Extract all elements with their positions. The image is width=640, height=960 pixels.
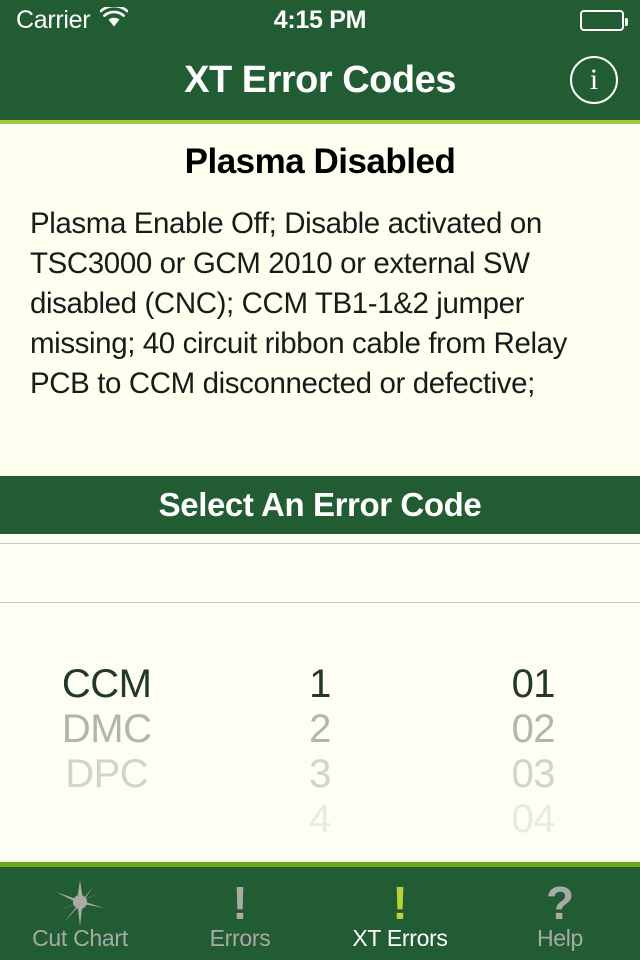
picker-rows-group: 1 2 3 4 xyxy=(213,534,426,842)
star-icon xyxy=(52,879,108,927)
tab-cut-chart[interactable]: Cut Chart xyxy=(0,867,160,960)
status-bar-left: Carrier xyxy=(16,4,129,35)
exclamation-icon: ! xyxy=(392,877,408,929)
tab-label: XT Errors xyxy=(352,925,448,951)
picker-item[interactable]: 3 xyxy=(213,752,426,797)
picker-item[interactable]: 02 xyxy=(427,707,640,752)
picker-item[interactable]: 03 xyxy=(427,752,640,797)
error-detail-panel: Plasma Disabled Plasma Enable Off; Disab… xyxy=(0,124,640,476)
info-icon: i xyxy=(589,63,599,96)
status-bar-right xyxy=(580,9,628,31)
tab-bar: Cut Chart ! Errors ! XT Errors ? Help xyxy=(0,862,640,960)
exclamation-icon: ! xyxy=(232,877,248,929)
navigation-bar: XT Error Codes i xyxy=(0,40,640,124)
error-code-picker[interactable]: CCM DMC DPC 1 2 3 4 01 02 03 04 xyxy=(0,534,640,862)
tab-help[interactable]: ? Help xyxy=(480,867,640,960)
picker-item[interactable]: 01 xyxy=(427,662,640,707)
tab-label: Errors xyxy=(209,925,271,951)
picker-columns: CCM DMC DPC 1 2 3 4 01 02 03 04 xyxy=(0,534,640,862)
picker-column-code[interactable]: 01 02 03 04 xyxy=(427,534,640,862)
picker-item[interactable]: CCM xyxy=(0,662,213,707)
error-description: Plasma Enable Off; Disable activated on … xyxy=(30,207,567,400)
picker-rows-module: CCM DMC DPC xyxy=(0,534,213,797)
tab-xt-errors[interactable]: ! XT Errors xyxy=(320,867,480,960)
picker-column-module[interactable]: CCM DMC DPC xyxy=(0,534,213,862)
wifi-icon xyxy=(99,4,129,33)
picker-item[interactable]: DPC xyxy=(0,752,213,797)
battery-icon xyxy=(580,9,628,31)
tab-label: Cut Chart xyxy=(32,925,128,951)
picker-item[interactable]: 04 xyxy=(427,797,640,842)
carrier-label: Carrier xyxy=(16,5,91,34)
select-error-code-header: Select An Error Code xyxy=(0,476,640,534)
question-mark-icon: ? xyxy=(545,877,575,929)
tab-label: Help xyxy=(536,925,584,951)
app-root: Carrier 4:15 PM XT Error Codes i Plasma … xyxy=(0,0,640,960)
select-error-code-label: Select An Error Code xyxy=(158,486,482,523)
page-title: XT Error Codes xyxy=(184,58,456,101)
error-title: Plasma Disabled xyxy=(184,142,456,181)
picker-rows-code: 01 02 03 04 xyxy=(427,534,640,842)
tab-errors[interactable]: ! Errors xyxy=(160,867,320,960)
picker-item[interactable]: DMC xyxy=(0,707,213,752)
picker-column-group[interactable]: 1 2 3 4 xyxy=(213,534,426,862)
picker-item[interactable]: 4 xyxy=(213,797,426,842)
picker-item[interactable]: 2 xyxy=(213,707,426,752)
status-bar: Carrier 4:15 PM xyxy=(0,0,640,40)
info-button[interactable]: i xyxy=(570,56,618,104)
picker-item[interactable]: 1 xyxy=(213,662,426,707)
